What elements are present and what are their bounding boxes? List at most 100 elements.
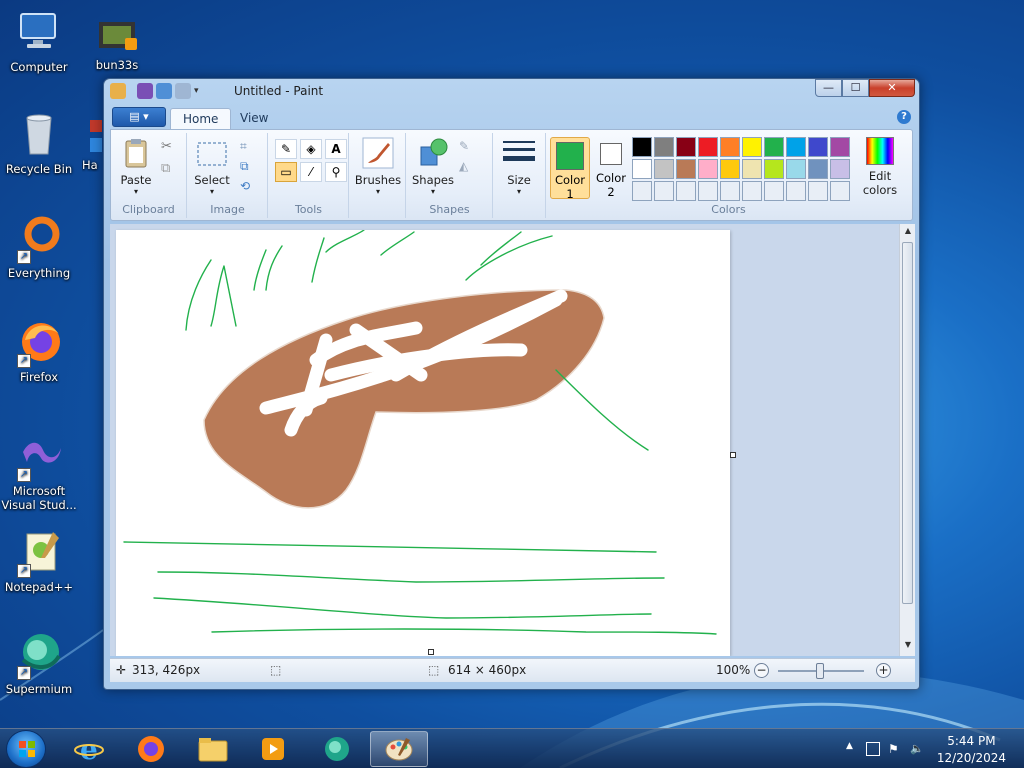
edit-colors-button[interactable]: Edit colors (858, 137, 902, 197)
color-swatch[interactable] (698, 181, 718, 201)
color-swatch[interactable] (830, 137, 850, 157)
colors-group: Color 1 Color 2 Edit colors Colors (545, 133, 911, 218)
color-2-button[interactable]: Color 2 (594, 137, 628, 199)
color-swatch[interactable] (676, 181, 696, 201)
fill-icon[interactable]: ◭ (459, 159, 477, 177)
desktop-icon-bun33s[interactable]: bun33s (78, 20, 156, 72)
color-swatch[interactable] (654, 137, 674, 157)
scroll-up-icon[interactable]: ▲ (900, 226, 915, 240)
action-center-flag-icon[interactable]: ⚑ (888, 742, 902, 756)
color-swatch[interactable] (676, 159, 696, 179)
color-swatch[interactable] (742, 181, 762, 201)
quick-access-toolbar: ▾ (110, 83, 204, 99)
show-hidden-icons-icon[interactable]: ▲ (846, 741, 860, 755)
taskbar-firefox[interactable] (124, 731, 178, 767)
close-button[interactable]: ✕ (869, 79, 915, 97)
green-stroke (265, 245, 283, 291)
color-swatch[interactable] (632, 137, 652, 157)
zoom-level: 100% (716, 663, 751, 677)
tab-view[interactable]: View (228, 108, 280, 130)
resize-icon[interactable]: ⧉ (240, 159, 258, 177)
outline-icon[interactable]: ✎ (459, 139, 477, 157)
clock[interactable]: 5:44 PM 12/20/2024 (937, 733, 1006, 767)
desktop-icon-everything[interactable]: ↗ Everything (0, 214, 78, 280)
color-swatch[interactable] (808, 159, 828, 179)
customize-qat-icon[interactable]: ▾ (194, 83, 204, 99)
drawing-canvas[interactable] (116, 229, 730, 656)
start-button[interactable] (6, 730, 46, 768)
color-swatch[interactable] (764, 181, 784, 201)
redo-icon[interactable] (175, 83, 191, 99)
taskbar-internet-explorer[interactable]: e (62, 731, 116, 767)
select-button[interactable]: Select ▾ (192, 137, 232, 196)
taskbar-media-player[interactable] (246, 731, 300, 767)
taskbar-paint[interactable] (370, 731, 428, 767)
color-swatch[interactable] (676, 137, 696, 157)
color-swatch[interactable] (808, 181, 828, 201)
desktop-icon-notepad-plus-plus[interactable]: ↗ Notepad++ (0, 528, 78, 594)
undo-icon[interactable] (156, 83, 172, 99)
paint-menu-button[interactable]: ▤ ▾ (112, 107, 166, 127)
rotate-icon[interactable]: ⟲ (240, 179, 258, 197)
zoom-out-button[interactable]: − (754, 663, 769, 678)
text-tool-icon[interactable]: A (325, 139, 347, 159)
color-swatch[interactable] (742, 137, 762, 157)
color-swatch[interactable] (720, 137, 740, 157)
desktop-icon-computer[interactable]: Computer (0, 8, 78, 74)
paste-button[interactable]: Paste ▾ (117, 137, 155, 196)
title-bar[interactable]: ▾ Untitled - Paint — ☐ ✕ (104, 79, 919, 103)
fill-bucket-icon[interactable]: ◈ (300, 139, 322, 159)
color-swatch[interactable] (786, 137, 806, 157)
eraser-icon[interactable]: ▭ (275, 162, 297, 182)
cut-icon[interactable]: ✂ (161, 139, 179, 157)
size-button[interactable]: Size ▾ (498, 137, 540, 196)
zoom-in-button[interactable]: + (876, 663, 891, 678)
color-swatch[interactable] (654, 181, 674, 201)
color-swatch[interactable] (720, 181, 740, 201)
help-icon[interactable]: ? (897, 110, 911, 124)
color-swatch[interactable] (764, 137, 784, 157)
color-swatch[interactable] (632, 159, 652, 179)
color-swatch[interactable] (830, 159, 850, 179)
save-icon[interactable] (137, 83, 153, 99)
canvas-resize-handle-bottom[interactable] (428, 649, 434, 655)
copy-icon[interactable]: ⧉ (161, 161, 179, 179)
color-swatch[interactable] (764, 159, 784, 179)
color-swatch[interactable] (786, 181, 806, 201)
volume-muted-icon[interactable]: 🔈 (910, 742, 924, 756)
color-swatch[interactable] (808, 137, 828, 157)
scrollbar-thumb[interactable] (902, 242, 913, 604)
color-swatch[interactable] (654, 159, 674, 179)
maximize-button[interactable]: ☐ (842, 79, 869, 97)
color-swatch[interactable] (698, 137, 718, 157)
paint-window[interactable]: ▾ Untitled - Paint — ☐ ✕ ▤ ▾ Home View ?… (103, 78, 920, 690)
minimize-button[interactable]: — (815, 79, 842, 97)
tab-home[interactable]: Home (170, 108, 232, 130)
crop-icon[interactable]: ⌗ (240, 139, 258, 157)
desktop-icon-visual-studio[interactable]: ↗ Microsoft Visual Stud... (0, 432, 78, 512)
shapes-button[interactable]: Shapes ▾ (411, 137, 455, 196)
color-picker-icon[interactable]: ⁄ (300, 162, 322, 182)
magnifier-icon[interactable]: ⚲ (325, 162, 347, 182)
brushes-button[interactable]: Brushes ▾ (354, 137, 402, 196)
desktop-icon-supermium[interactable]: ↗ Supermium (0, 630, 78, 696)
color-swatch[interactable] (698, 159, 718, 179)
canvas-resize-handle-right[interactable] (730, 452, 736, 458)
taskbar-file-explorer[interactable] (186, 731, 240, 767)
desktop-icon-partial-ha[interactable]: Ha (82, 114, 104, 172)
network-icon[interactable] (866, 742, 880, 756)
color-swatch[interactable] (830, 181, 850, 201)
color-swatch[interactable] (632, 181, 652, 201)
pencil-icon[interactable]: ✎ (275, 139, 297, 159)
chevron-down-icon: ▾ (430, 187, 435, 196)
scroll-down-icon[interactable]: ▼ (900, 640, 915, 654)
vertical-scrollbar[interactable]: ▲ ▼ (899, 224, 915, 656)
color-swatch[interactable] (720, 159, 740, 179)
zoom-slider-thumb[interactable] (816, 663, 824, 679)
color-swatch[interactable] (786, 159, 806, 179)
desktop-icon-recycle-bin[interactable]: Recycle Bin (0, 110, 78, 176)
taskbar-supermium[interactable] (310, 731, 364, 767)
color-1-button[interactable]: Color 1 (550, 137, 590, 201)
desktop-icon-firefox[interactable]: ↗ Firefox (0, 318, 78, 384)
color-swatch[interactable] (742, 159, 762, 179)
